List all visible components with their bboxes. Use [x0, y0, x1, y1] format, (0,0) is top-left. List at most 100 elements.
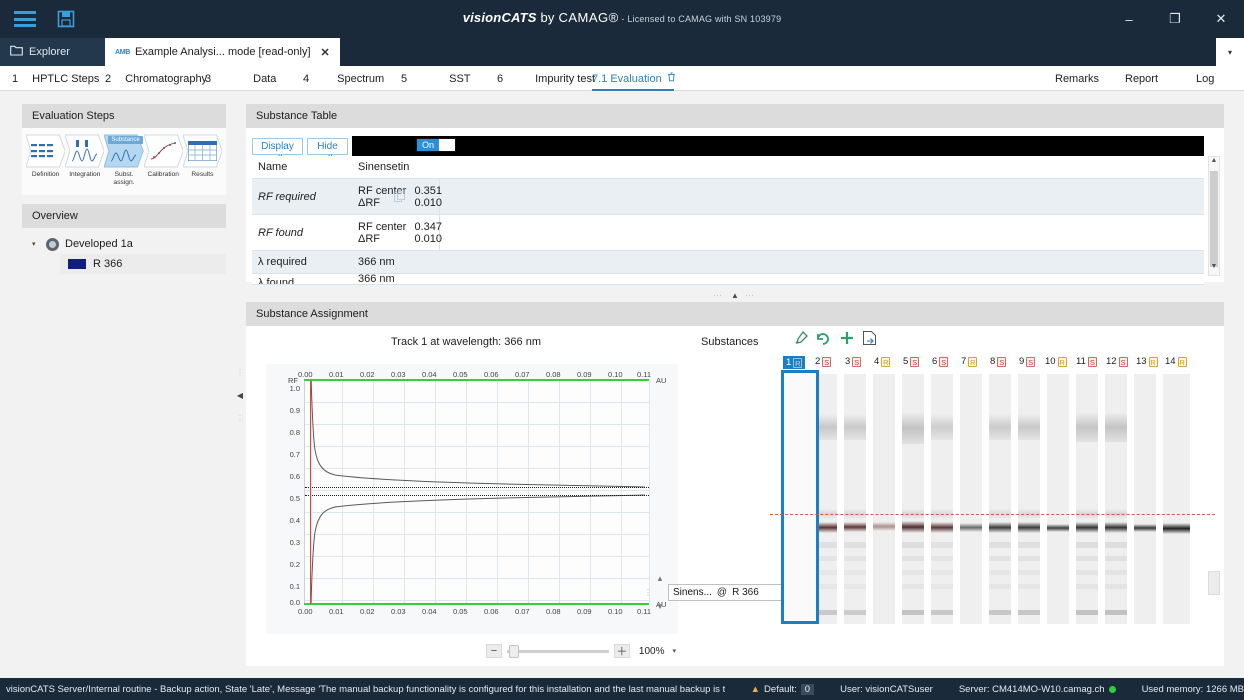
substance-assignment-combo[interactable]: Sinens... @ R 366 ▾ — [668, 584, 796, 601]
row-label: RF found — [252, 215, 352, 250]
step-integration-icon[interactable] — [65, 134, 104, 168]
track-lane-6[interactable] — [931, 374, 953, 624]
track-label-7[interactable]: 7R — [961, 356, 977, 367]
tab-log[interactable]: Log — [1196, 66, 1214, 91]
track-label-10[interactable]: 10R — [1045, 356, 1067, 367]
collapse-up-icon[interactable]: ▲ — [731, 291, 739, 300]
track-label-8[interactable]: 8S — [990, 356, 1006, 367]
track-label-5[interactable]: 5S — [903, 356, 919, 367]
hide-all-button[interactable]: Hide all — [307, 138, 348, 155]
track-label-11[interactable]: 11S — [1076, 356, 1097, 367]
step-substance-assignment-icon[interactable]: Substance — [104, 134, 143, 168]
track-label-2[interactable]: 2S — [815, 356, 831, 367]
document-tab-strip: Explorer AMB Example Analysi... mode [re… — [0, 38, 1244, 66]
add-icon[interactable] — [837, 328, 856, 347]
track-lane-4[interactable] — [873, 374, 895, 624]
row-value[interactable]: 366 nm — [352, 251, 1204, 273]
close-button[interactable]: ✕ — [1198, 0, 1244, 38]
panel-splitter-vertical[interactable]: ⋮ ◀ ⋮ — [234, 340, 246, 450]
trash-icon[interactable] — [667, 72, 676, 85]
track-label-4[interactable]: 4R — [874, 356, 890, 367]
scroll-up-icon[interactable]: ▲ — [1209, 157, 1219, 169]
track-type-badge: R — [1178, 357, 1187, 367]
row-value[interactable]: RF center0.351 ΔRF0.010 — [352, 179, 1204, 214]
substance-visibility-toggle[interactable]: On — [416, 138, 456, 152]
tab-report[interactable]: Report — [1125, 66, 1158, 91]
track-lane-11[interactable] — [1076, 374, 1098, 624]
y-tick: 0.5 — [278, 494, 300, 503]
track-label-1[interactable]: 1R — [783, 356, 805, 369]
scroll-down-icon[interactable]: ▼ — [1209, 263, 1219, 275]
tab-label: Spectrum — [337, 73, 384, 85]
track-lane-13[interactable] — [1134, 374, 1156, 624]
chevron-down-icon[interactable]: ▾ — [672, 647, 676, 655]
step-calibration-icon[interactable] — [144, 134, 183, 168]
y-tick: 0.8 — [278, 428, 300, 437]
y-tick: 0.1 — [278, 582, 300, 591]
chevron-down-icon[interactable]: ▾ — [32, 240, 46, 248]
track-lane-5[interactable] — [902, 374, 924, 624]
step-tab-bar: 1 HPTLC Steps 2 Chromatography 3 Data 4 … — [0, 66, 1244, 91]
tab-explorer[interactable]: Explorer — [0, 38, 105, 66]
row-label: λ found — [252, 274, 352, 285]
tab-chromatography[interactable]: 2 Chromatography — [105, 66, 207, 91]
track-label-9[interactable]: 9S — [1019, 356, 1035, 367]
track-label-6[interactable]: 6S — [932, 356, 948, 367]
x-tick-top: 0.08 — [546, 370, 561, 379]
track-label-14[interactable]: 14R — [1165, 356, 1187, 367]
tab-hptlc-steps[interactable]: 1 HPTLC Steps — [12, 66, 99, 91]
tab-impurity-test[interactable]: 6 Impurity test — [497, 66, 595, 91]
zoom-slider-handle[interactable] — [509, 645, 519, 658]
tracks-side-toggle[interactable] — [1208, 571, 1220, 595]
zoom-in-button[interactable]: ＋ — [614, 644, 630, 658]
track-label-3[interactable]: 3S — [845, 356, 861, 367]
tab-document[interactable]: AMB Example Analysi... mode [read-only] … — [105, 38, 340, 66]
minimize-button[interactable]: – — [1106, 0, 1152, 38]
track-lane-9[interactable] — [1018, 374, 1040, 624]
pipette-icon[interactable] — [791, 328, 810, 347]
scrollbar-thumb[interactable] — [1210, 171, 1218, 267]
tab-evaluation[interactable]: 7.1 Evaluation — [592, 66, 674, 91]
track-lane-1-selected[interactable] — [781, 370, 819, 624]
export-icon[interactable] — [860, 328, 879, 347]
table-row: λ required 366 nm — [252, 251, 1204, 274]
spinner-down-icon[interactable]: ▼ — [654, 602, 666, 611]
row-value[interactable]: Sinensetin — [352, 156, 1204, 178]
spinner-up-icon[interactable]: ▲ — [654, 574, 666, 583]
track-lane-14[interactable] — [1163, 374, 1190, 624]
assignment-drag-handle[interactable]: ⋮ — [644, 588, 653, 597]
status-default[interactable]: ▲ Default: 0 — [751, 684, 814, 695]
close-icon[interactable]: ✕ — [321, 46, 330, 59]
track-number: 10 — [1045, 356, 1056, 367]
substance-table-scrollbar[interactable]: ▲ ▼ — [1208, 156, 1220, 276]
track-lane-12[interactable] — [1105, 374, 1127, 624]
tab-sst[interactable]: 5 SST — [401, 66, 471, 91]
row-value[interactable]: 366 nm — [352, 274, 1204, 284]
copy-icon[interactable] — [394, 189, 406, 206]
track-lane-7[interactable] — [960, 374, 982, 624]
row-value[interactable]: RF center0.347 ΔRF0.010 — [352, 215, 1204, 250]
tab-data[interactable]: 3 Data — [205, 66, 276, 91]
display-all-button[interactable]: Display all — [252, 138, 303, 155]
track-image-panel[interactable]: 1R 2S 3S 4R 5S 6S 7R 8S 9S 10R 11S 12S 1… — [781, 356, 1213, 624]
track-label-12[interactable]: 12S — [1106, 356, 1128, 367]
undo-icon[interactable] — [814, 328, 833, 347]
zoom-out-button[interactable]: − — [486, 644, 502, 658]
tree-node-developed[interactable]: ▾ Developed 1a — [22, 234, 226, 254]
tab-spectrum[interactable]: 4 Spectrum — [303, 66, 384, 91]
horizontal-splitter[interactable]: ⋯ ▲ ⋯ — [246, 288, 1224, 302]
tree-node-r366[interactable]: R 366 — [60, 254, 226, 274]
track-lane-10[interactable] — [1047, 374, 1069, 624]
track-label-13[interactable]: 13R — [1136, 356, 1158, 367]
zoom-slider[interactable] — [507, 650, 609, 653]
step-results-icon[interactable] — [183, 134, 222, 168]
collapse-left-icon[interactable]: ◀ — [237, 391, 243, 400]
overview-tree: ▾ Developed 1a R 366 — [22, 228, 226, 274]
tab-remarks[interactable]: Remarks — [1055, 66, 1099, 91]
track-lane-3[interactable] — [844, 374, 866, 624]
tab-overflow-button[interactable]: ▾ — [1216, 38, 1244, 66]
track-lane-8[interactable] — [989, 374, 1011, 624]
step-definition-icon[interactable] — [26, 134, 65, 168]
densitogram-chart[interactable]: 0.00 0.01 0.02 0.03 0.04 0.05 0.06 0.07 … — [266, 364, 678, 634]
restore-button[interactable]: ❐ — [1152, 0, 1198, 38]
